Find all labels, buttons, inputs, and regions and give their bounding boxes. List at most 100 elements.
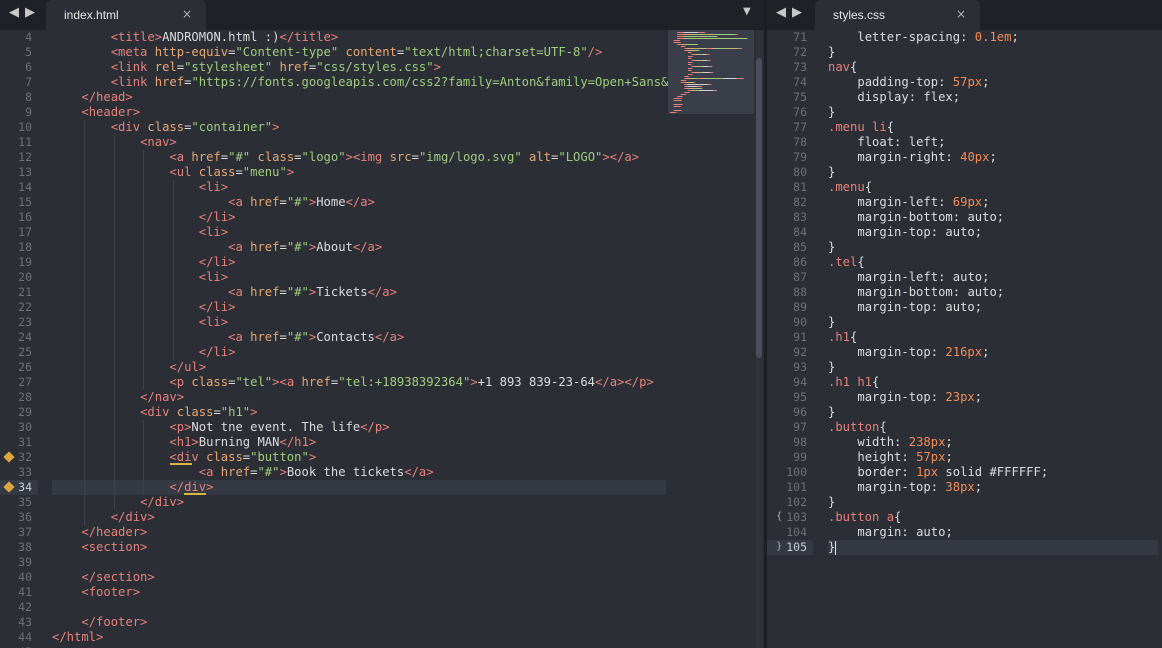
code-line[interactable]: <header> (52, 105, 140, 120)
code-token: "#" (286, 330, 309, 344)
code-line[interactable]: } (828, 45, 835, 60)
tab-styles-css[interactable]: styles.css × (815, 0, 980, 30)
code-line[interactable]: <link href="https://fonts.googleapis.com… (52, 75, 683, 90)
code-line[interactable]: </section> (52, 570, 154, 585)
code-line[interactable]: </html> (52, 630, 103, 645)
code-line[interactable]: </nav> (52, 390, 184, 405)
code-line[interactable]: <p>Not tne event. The life</p> (52, 420, 389, 435)
tab-list-dropdown-icon[interactable]: ▼ (743, 6, 751, 17)
code-line[interactable]: margin-bottom: auto; (828, 210, 1004, 225)
code-line[interactable]: <a href="#">Book the tickets</a> (52, 465, 434, 480)
nav-forward-icon[interactable]: ▶ (792, 5, 802, 20)
code-line[interactable]: <li> (52, 225, 228, 240)
code-line[interactable]: margin-top: 38px; (828, 480, 982, 495)
close-icon[interactable]: × (182, 7, 192, 21)
code-line[interactable]: display: flex; (828, 90, 960, 105)
code-line[interactable]: <div class="container"> (52, 120, 280, 135)
code-line[interactable]: <a href="#">About</a> (52, 240, 382, 255)
code-line[interactable]: .h1{ (828, 330, 857, 345)
minimap-line (690, 90, 695, 91)
code-line[interactable]: <div class="h1"> (52, 405, 257, 420)
code-line[interactable]: } (828, 165, 835, 180)
code-line[interactable]: <a href="#">Contacts</a> (52, 330, 404, 345)
code-line[interactable]: .button a{ (828, 510, 901, 525)
code-token: <a (228, 285, 251, 299)
nav-back-icon[interactable]: ◀ (9, 5, 19, 20)
code-line[interactable]: margin-top: auto; (828, 300, 982, 315)
code-line[interactable]: margin-top: 216px; (828, 345, 989, 360)
code-line[interactable]: width: 238px; (828, 435, 952, 450)
tab-index-html[interactable]: index.html × (46, 0, 206, 30)
close-icon[interactable]: × (956, 7, 966, 21)
code-area[interactable]: letter-spacing: 0.1em;} nav{ padding-top:… (828, 30, 1158, 648)
code-line[interactable]: <meta http-equiv="Content-type" content=… (52, 45, 603, 60)
code-line[interactable]: <ul class="menu"> (52, 165, 294, 180)
code-line[interactable]: </div> (52, 495, 184, 510)
code-line[interactable]: letter-spacing: 0.1em; (828, 30, 1018, 45)
code-line[interactable]: margin-bottom: auto; (828, 285, 1004, 300)
code-line[interactable]: <li> (52, 315, 228, 330)
code-line[interactable]: margin: auto; (828, 525, 952, 540)
code-line[interactable]: </header> (52, 525, 147, 540)
code-line[interactable]: nav{ (828, 60, 857, 75)
fold-marker-icon[interactable]: } (776, 541, 782, 552)
code-line[interactable]: } (828, 360, 835, 375)
indent-guide (143, 150, 145, 390)
line-number: 90 (793, 315, 807, 329)
code-line[interactable]: <footer> (52, 585, 140, 600)
code-area[interactable]: <title>ANDROMON.html :)</title> <meta ht… (52, 30, 683, 648)
minimap-line (699, 48, 701, 49)
left-editor-pane[interactable]: ◀ ▶ index.html × ▼ 4 5 6 7 8 9 10 11 12 13 14 15 16 1… (0, 0, 764, 648)
line-number-gutter: 4 5 6 7 8 9 10 11 12 13 14 15 16 17 18 19 20 21 22 23 24 25 26… (0, 30, 56, 648)
code-token: "#" (228, 150, 251, 164)
code-line[interactable]: </ul> (52, 360, 206, 375)
fold-marker-icon[interactable]: { (776, 511, 782, 522)
nav-back-icon[interactable]: ◀ (776, 5, 786, 20)
code-line[interactable]: margin-left: auto; (828, 270, 989, 285)
vertical-scrollbar-thumb[interactable] (756, 58, 762, 358)
code-token: <a (198, 465, 221, 479)
code-line[interactable]: <a href="#">Home</a> (52, 195, 375, 210)
code-token: .button (828, 420, 880, 434)
right-editor-pane[interactable]: ◀ ▶ styles.css × 71 72 73 74 75 76 77 78 79 80 81 8… (767, 0, 1162, 648)
code-line[interactable]: border: 1px solid #FFFFFF; (828, 465, 1048, 480)
code-line[interactable]: <li> (52, 180, 228, 195)
code-line[interactable]: <a href="#">Tickets</a> (52, 285, 397, 300)
minimap[interactable] (668, 30, 754, 648)
code-line[interactable]: <li> (52, 270, 228, 285)
code-line[interactable]: .tel{ (828, 255, 865, 270)
code-line[interactable]: .button{ (828, 420, 887, 435)
code-line[interactable]: margin-top: 23px; (828, 390, 982, 405)
code-line[interactable]: margin-top: auto; (828, 225, 982, 240)
code-line[interactable]: } (828, 105, 835, 120)
code-line[interactable]: <title>ANDROMON.html :)</title> (52, 30, 339, 45)
minimap-line (693, 50, 699, 51)
code-token: ; (974, 480, 983, 494)
code-line[interactable]: <a href="#" class="logo"><img src="img/l… (52, 150, 639, 165)
code-line[interactable]: } (828, 405, 835, 420)
code-line[interactable]: float: left; (828, 135, 945, 150)
code-line[interactable]: } (828, 240, 835, 255)
code-line[interactable]: </div> (52, 510, 155, 525)
code-line[interactable]: <link rel="stylesheet" href="css/styles.… (52, 60, 441, 75)
code-line[interactable]: margin-right: 40px; (828, 150, 996, 165)
code-line[interactable]: .menu li{ (828, 120, 894, 135)
code-line[interactable]: margin-left: 69px; (828, 195, 989, 210)
code-line[interactable]: <section> (52, 540, 147, 555)
code-line[interactable]: .menu{ (828, 180, 872, 195)
code-line[interactable]: } (828, 495, 835, 510)
code-line[interactable]: height: 57px; (828, 450, 952, 465)
code-line[interactable]: .h1 h1{ (828, 375, 879, 390)
code-line[interactable]: padding-top: 57px; (828, 75, 989, 90)
code-line[interactable]: </footer> (52, 615, 147, 630)
code-line[interactable]: <h1>Burning MAN</h1> (52, 435, 316, 450)
code-line[interactable]: } (828, 540, 835, 555)
code-token: : (901, 450, 917, 464)
code-line[interactable]: </head> (52, 90, 132, 105)
nav-forward-icon[interactable]: ▶ (25, 5, 35, 20)
code-line[interactable]: } (828, 315, 835, 330)
right-tab-bar: ◀ ▶ styles.css × (767, 0, 1162, 30)
minimap-line (688, 58, 692, 59)
